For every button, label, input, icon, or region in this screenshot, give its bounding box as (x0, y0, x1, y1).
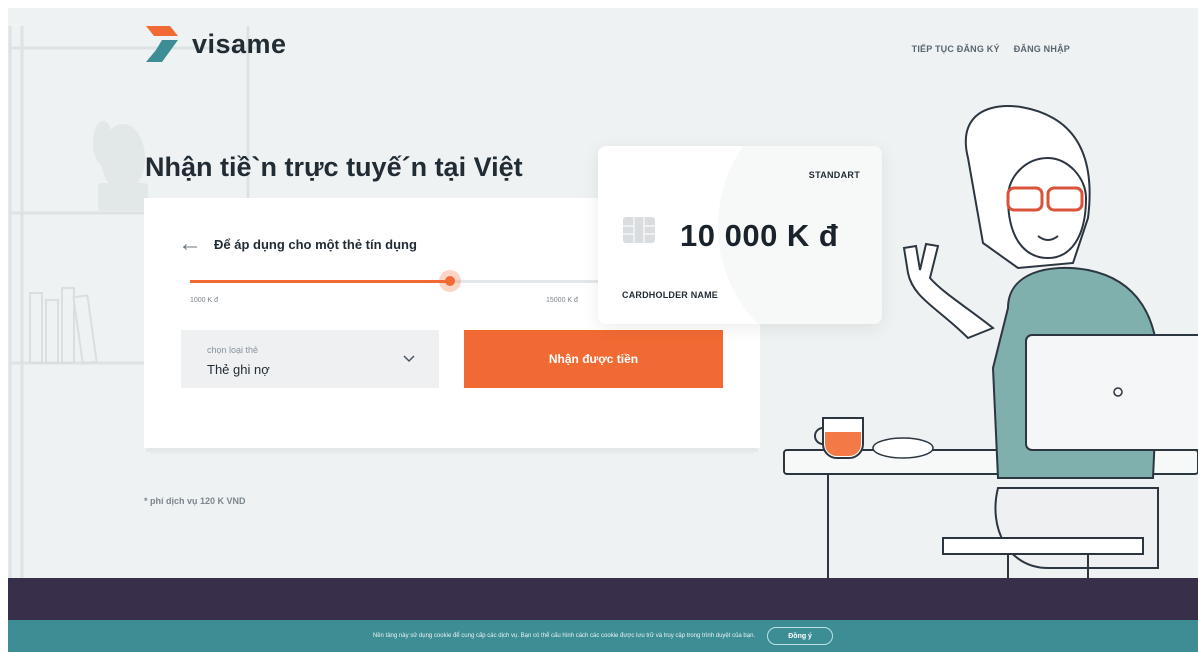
top-nav: TIẾP TỤC ĐĂNG KÝ ĐĂNG NHẬP (912, 44, 1070, 54)
card-tier-label: STANDART (808, 170, 860, 180)
cookie-notice-text: Nền tảng này sử dụng cookie để cung cấp … (372, 633, 756, 639)
card-chip-icon (623, 217, 655, 243)
chevron-down-icon (403, 355, 415, 363)
hero-title: Nhận tiề`n trực tuyế´n tại Việt (145, 152, 523, 182)
landing-page: visame TIẾP TỤC ĐĂNG KÝ ĐĂNG NHẬP Nhận t… (8, 8, 1198, 652)
cookie-accept-button[interactable]: Đồng ý (767, 627, 834, 645)
slider-thumb[interactable] (439, 270, 462, 292)
slider-max-label: 15000 K đ (546, 297, 578, 304)
logo-text: visame (192, 28, 287, 59)
cookie-consent-bar: Nền tảng này sử dụng cookie để cung cấp … (8, 620, 1198, 652)
card-type-value: Thẻ ghi nợ (207, 362, 270, 377)
site-logo[interactable]: visame (144, 24, 287, 64)
nav-login-link[interactable]: ĐĂNG NHẬP (1014, 44, 1070, 54)
slider-fill (190, 280, 451, 283)
slider-min-label: 1000 K đ (190, 297, 219, 304)
get-money-button[interactable]: Nhận được tiền (464, 330, 723, 388)
arrow-left-icon[interactable]: ← (178, 232, 202, 256)
service-fee-note: * phí dịch vụ 120 K VND (144, 496, 246, 506)
credit-card-preview: STANDART 10 000 K đ CARDHOLDER NAME (598, 146, 882, 324)
cardholder-name: CARDHOLDER NAME (622, 290, 718, 300)
nav-continue-registration-link[interactable]: TIẾP TỤC ĐĂNG KÝ (912, 44, 1000, 54)
card-amount: 10 000 K đ (680, 218, 839, 253)
form-header: ← Để áp dụng cho một thẻ tín dụng (178, 232, 417, 256)
logo-mark-icon (146, 26, 178, 62)
card-type-select[interactable]: chọn loại thẻ Thẻ ghi nợ (181, 330, 439, 388)
card-type-label: chọn loại thẻ (207, 345, 259, 355)
form-title: Để áp dụng cho một thẻ tín dụng (214, 236, 417, 252)
amount-slider[interactable] (190, 270, 610, 292)
